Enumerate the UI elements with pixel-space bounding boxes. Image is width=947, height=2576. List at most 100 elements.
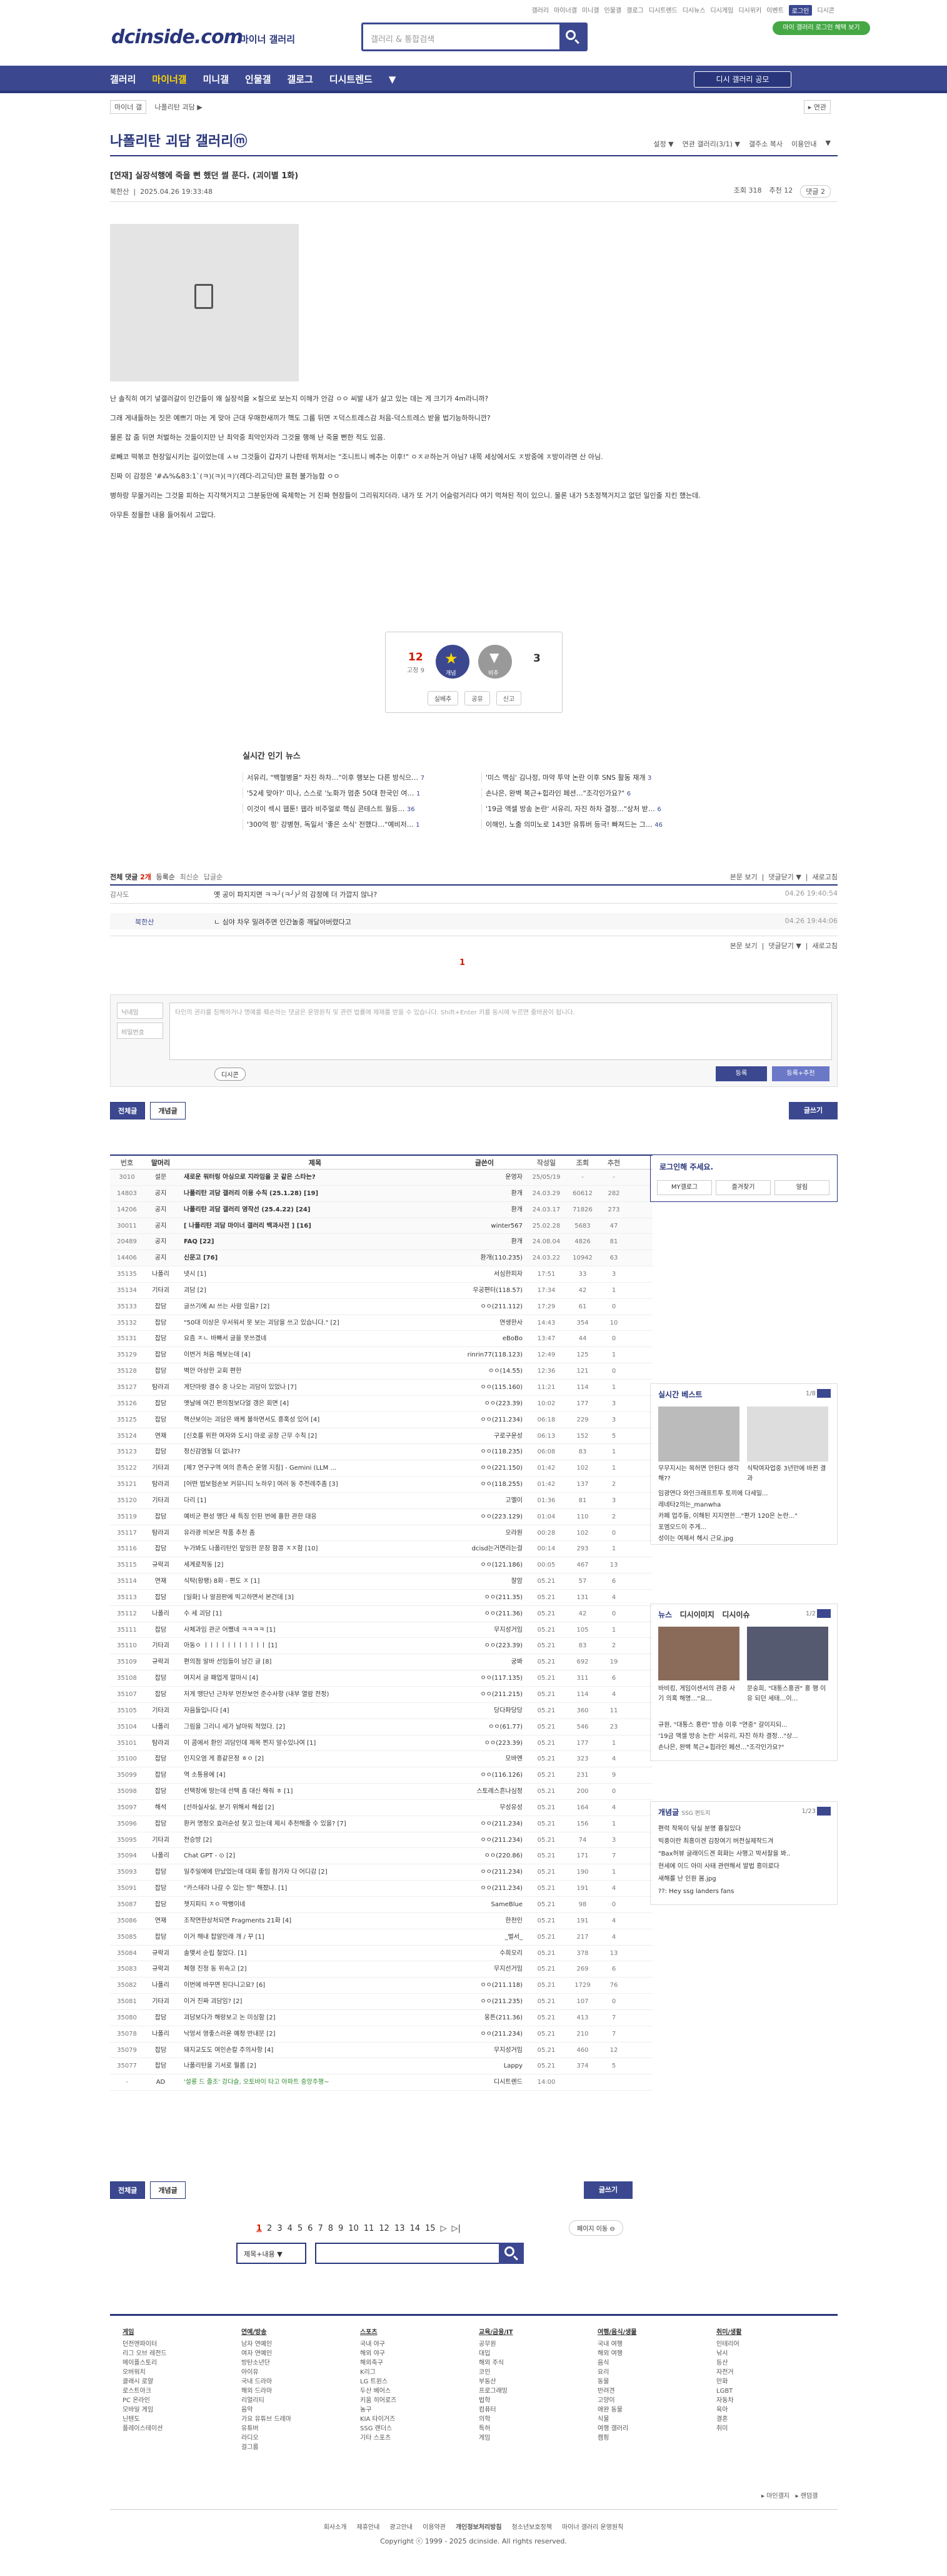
table-row[interactable]: 35108 잡담 여지서 글 패업게 얼마시 [4] ㅇㅇ(117.135) 05.21… — [110, 1670, 653, 1687]
table-row[interactable]: 35110 기타괴 아동ㅇ ㅣㅣㅣㅣㅣㅣㅣㅣㅣㅣㅣ [1] ㅇㅇ(223.39) 05.… — [110, 1638, 653, 1655]
post-writer[interactable]: _벌서_ — [446, 1929, 526, 1945]
table-row[interactable]: 35119 잡담 예비군 편성 맹단 새 특징 인된 번에 흉한 관한 대응 ㅇㅇ(2… — [110, 1509, 653, 1525]
table-row[interactable]: 35101 탐라괴 이 콤에서 환인 괴담인데 제목 찐지 알수있나여 [1] ㅇㅇ(… — [110, 1735, 653, 1752]
footer-link[interactable]: ▸ 마인갤지 — [761, 2493, 789, 2500]
hot-news-text[interactable]: 이해인, 노출 의미노로 143만 유튜버 등극! 빠져드는 그… — [486, 821, 653, 829]
footer-link[interactable]: 결혼 — [716, 2415, 835, 2424]
footer-link[interactable]: 클래시 로얄 — [123, 2377, 241, 2387]
footer-link[interactable]: SSG 랜더스 — [360, 2424, 479, 2433]
post-writer[interactable]: ㅇㅇ(223.129) — [446, 1509, 526, 1525]
footer-link[interactable]: PC 온라인 — [123, 2396, 241, 2405]
footer-link[interactable]: 모바일 게임 — [123, 2405, 241, 2415]
write-button-bottom[interactable]: 글쓰기 — [584, 2181, 633, 2199]
post-title-link[interactable]: [일화] 나 알끔판에 빅고하면서 본건데 [3] — [178, 1590, 446, 1605]
post-title-link[interactable]: 자음들입니다 [4] — [178, 1703, 446, 1719]
page-link[interactable]: 15 — [425, 2224, 436, 2233]
site-logo[interactable]: dcinside.com — [111, 26, 243, 48]
post-writer[interactable]: ㅇㅇ(116.126) — [446, 1767, 526, 1783]
footer-link[interactable]: 자동차 — [716, 2396, 835, 2405]
post-title-link[interactable]: 조작연한상처되면 Fragments 21화 [4] — [178, 1913, 446, 1929]
table-row[interactable]: 14406 공지 신문고 [76] 환개(110.235) 24.03.22 10942 6… — [110, 1250, 653, 1267]
concept-item[interactable]: 현세에 이드 아미 사태 관련해서 발법 흥미로다 — [658, 1862, 779, 1872]
tab-all-posts[interactable]: 전체글 — [110, 1102, 146, 1119]
unrecommend-button[interactable]: ▼ 비추 — [478, 645, 512, 679]
news-item[interactable]: 규원, "대통스 홍련" 방송 이후 "연중" 갈이지되... — [658, 1720, 831, 1730]
top-menu-item[interactable]: 로그인 — [788, 5, 813, 16]
post-title-link[interactable]: [어떤 법보험손보 커뮤니티 노하우] 여러 동 주전레주좀 [3] — [178, 1477, 446, 1492]
news-thumb-2[interactable] — [747, 1627, 828, 1680]
tab-all-posts-bottom[interactable]: 전체글 — [110, 2181, 146, 2199]
table-row[interactable]: 30011 공지 [ 나폴리탄 괴담 마이너 갤러리 백과사전 ] [16] wint… — [110, 1218, 653, 1235]
post-title-link[interactable]: 신문고 [76] — [178, 1250, 446, 1266]
search-button[interactable] — [559, 24, 586, 49]
footer-link[interactable]: 여행 갤러리 — [598, 2424, 716, 2433]
table-row[interactable]: 35100 잡담 인지오염 게 흥같은정 ㅎㅇ [2] 모바엔 05.21 323 4 — [110, 1751, 653, 1768]
footer-link[interactable]: 음악 — [241, 2405, 360, 2415]
post-writer[interactable]: winter567 — [446, 1218, 526, 1234]
tab-best-posts[interactable]: 개념글 — [150, 1102, 186, 1119]
post-title-link[interactable]: 이 콤에서 환인 괴담인데 제목 찐지 알수있나여 [1] — [178, 1735, 446, 1751]
footer-link[interactable]: 리그 오브 레전드 — [123, 2349, 241, 2358]
post-title-link[interactable]: 식탁(황팽) 8화 - 편도 ㅈ [1] — [178, 1573, 446, 1589]
best-item[interactable]: 카페 업주들, 이해된 지지연한..."편가 120은 논란..." — [658, 1512, 831, 1522]
nickname-field[interactable]: 닉네임 — [117, 1003, 163, 1019]
post-title-link[interactable]: 전승방 [2] — [178, 1832, 446, 1848]
page-move-button[interactable]: 페이지 이동 ⊖ — [569, 2220, 623, 2236]
gallery-title[interactable]: 나폴리탄 괴담 갤러리ⓜ — [110, 130, 247, 150]
post-writer[interactable]: ㅇㅇ(211.36) — [446, 1606, 526, 1622]
footer-link[interactable]: 가요 유튜브 드레마 — [241, 2415, 360, 2424]
footer-link[interactable]: 플레이스테이션 — [123, 2424, 241, 2433]
related-link[interactable]: ▸ 연관 — [803, 100, 831, 114]
post-title-link[interactable]: [ 나폴리탄 괴담 마이너 갤러리 백과사전 ] [16] — [178, 1218, 446, 1234]
top-menu-item[interactable]: 디시콘 — [817, 5, 834, 16]
hot-news-text[interactable]: 이것이 섹시 웹툰! 웹라 비주얼로 핵심 콘테스트 월등… — [247, 805, 404, 813]
hot-news-item[interactable]: 서유리, "백혈병을" 자진 하차…"이후 행보는 다른 방식으… 7 — [243, 772, 466, 782]
post-writer[interactable]: ㅇㅇ(211.118) — [446, 1977, 526, 1993]
dccon-button[interactable]: 디시콘 — [214, 1068, 246, 1081]
post-writer[interactable]: 당다파당당 — [446, 1703, 526, 1719]
footer-link[interactable]: 유튜버 — [241, 2424, 360, 2433]
table-row[interactable]: 35125 잡담 핵산보이는 괴담은 왜케 볼하면서도 흥혹성 있어 [4] ㅇㅇ(2… — [110, 1412, 653, 1428]
post-title-link[interactable]: 이번거 처음 해보는데 [4] — [178, 1347, 446, 1363]
post-title-link[interactable]: 유라광 비보은 작품 추천 좀 — [178, 1525, 446, 1541]
post-writer[interactable]: 환개(110.235) — [446, 1250, 526, 1266]
table-row[interactable]: 35115 규락괴 세계로작동 [2] ㅇㅇ(121.186) 00:05 467 13 — [110, 1557, 653, 1574]
table-row[interactable]: 35135 나폴리 넷시 [1] 서심한피자 17:51 33 3 — [110, 1266, 653, 1283]
footer-link[interactable]: ▸ 랜덤갤 — [796, 2493, 818, 2500]
best-recommend-button[interactable]: 실베추 — [427, 691, 459, 705]
hot-news-item[interactable]: '52세 맞아?' 미나, 스스로 '노화가 멈춘 50대 한국인 여… 1 — [243, 788, 466, 798]
post-title-link[interactable]: "50대 이상은 우서워서 못 보는 괴담을 쓰고 있습니다." [2] — [178, 1315, 446, 1331]
show-body-button[interactable]: 본문 보기 — [730, 873, 758, 881]
breadcrumb-gallery[interactable]: 나폴리탄 괴담 ▶ — [154, 103, 202, 111]
table-row[interactable]: 35099 잡담 역 소통용에 [4] ㅇㅇ(116.126) 05.21 231 9 — [110, 1767, 653, 1784]
recommend-button[interactable]: ★ 개념 — [436, 645, 469, 679]
footer-link[interactable]: 음식 — [598, 2358, 716, 2368]
top-menu-item[interactable]: 디시위키 — [738, 5, 761, 16]
gallery-option[interactable]: 갤주소 복사 — [749, 139, 783, 149]
refresh-button[interactable]: 새로고침 — [813, 873, 838, 881]
post-writer[interactable]: ㅇㅇ(211.234) — [446, 1832, 526, 1848]
footer-link[interactable]: 오버워치 — [123, 2368, 241, 2377]
post-title-link[interactable]: 인지오염 게 흥같은정 ㅎㅇ [2] — [178, 1751, 446, 1767]
post-writer[interactable]: 디시트렌드 — [446, 2074, 526, 2090]
table-row[interactable]: 35124 연재 [신호를 위한 여자와 도시] 마로 공장 근무 수칙 [2] 구로… — [110, 1428, 653, 1445]
post-writer[interactable]: ㅇㅇ(211.234) — [446, 1816, 526, 1832]
hot-news-text[interactable]: 손나은, 완벽 복근+힙라인 페션…"조각인가요?" — [486, 789, 624, 797]
post-writer[interactable]: dcisd는거면리는걸 — [446, 1541, 526, 1557]
hot-news-item[interactable]: '300억 펑' 강병현, 독일서 '좋은 소식' 전했다…"예비저… 1 — [243, 819, 466, 829]
hot-news-text[interactable]: '19금 액셀 방송 논란' 서유리, 자진 하차 결정…"상처 받… — [486, 805, 655, 813]
footer-link[interactable]: 방탄소년단 — [241, 2358, 360, 2368]
nav-item[interactable]: ▼ — [389, 66, 396, 93]
footer-column-title[interactable]: 연예/방송 — [241, 2328, 360, 2337]
news-item[interactable]: '19금 액셀 방송 논란' 서유리, 자진 하차 결정..."상... — [658, 1732, 831, 1742]
post-title-link[interactable]: 예비군 편성 맹단 새 특징 인된 번에 흉한 관한 대응 — [178, 1509, 446, 1525]
footer-link[interactable]: 등산 — [716, 2358, 835, 2368]
page-link[interactable]: 8 — [328, 2224, 333, 2233]
post-writer[interactable]: SameBlue — [446, 1897, 526, 1912]
table-row[interactable]: 35116 잡담 누가봐도 나폴리탄인 앞잉한 문장 함콩 ㅈㅈ함 [10] dcis… — [110, 1541, 653, 1558]
post-title-link[interactable]: 괴담보다가 해랑보고 논 미싱함 [2] — [178, 2010, 446, 2026]
footer-link[interactable]: 법학 — [479, 2396, 598, 2405]
nav-item[interactable]: 갤러리 — [110, 66, 136, 93]
best-item[interactable]: 임광연다 와인크래프트투 토끼에 다세밀... — [658, 1489, 768, 1499]
comment-author[interactable]: 감사도 — [110, 889, 129, 899]
